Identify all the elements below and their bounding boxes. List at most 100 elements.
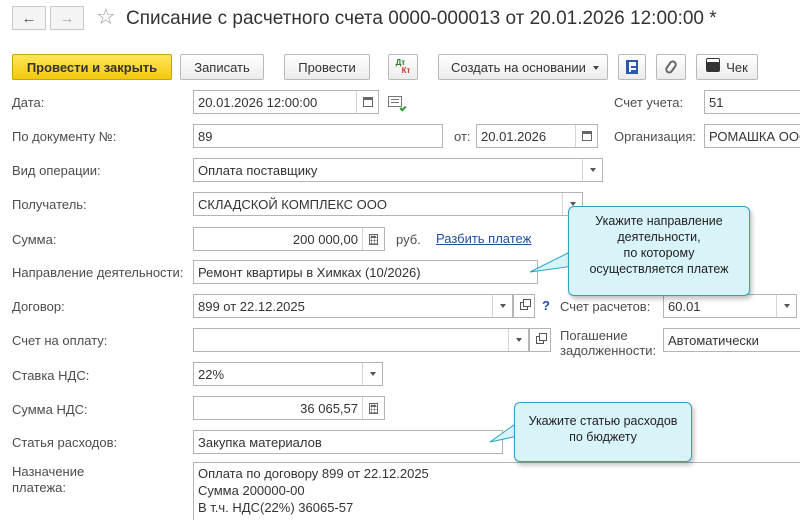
chevron-down-icon[interactable] — [492, 295, 512, 317]
payment-purpose-label-1: Назначение — [12, 464, 85, 479]
callout-expense-line: Укажите статью расходов — [528, 414, 678, 428]
organization-value: РОМАШКА ООО — [709, 128, 800, 144]
recipient-value: СКЛАДСКОЙ КОМПЛЕКС ООО — [198, 196, 387, 212]
sum-field[interactable]: 200 000,00 — [193, 227, 385, 251]
calendar-button[interactable] — [356, 91, 378, 113]
from-date-field[interactable]: 20.01.2026 — [476, 124, 598, 148]
date-field[interactable]: 20.01.2026 12:00:00 — [193, 90, 379, 114]
help-question-icon[interactable]: ? — [542, 298, 550, 313]
account-label: Счет учета: — [614, 95, 684, 110]
date-label: Дата: — [12, 95, 45, 110]
expense-item-label: Статья расходов: — [12, 435, 118, 450]
forward-button[interactable]: → — [50, 6, 84, 30]
document-list-icon[interactable] — [388, 96, 407, 112]
hierarchy-icon — [626, 60, 638, 74]
callout-activity-line: деятельности, — [617, 230, 701, 244]
post-and-close-label: Провести и закрыть — [26, 59, 158, 75]
create-based-on-label: Создать на основании — [451, 59, 586, 75]
dt-kt-icon: Дт Кт — [396, 59, 411, 75]
debt-repayment-select[interactable]: Автоматически — [663, 328, 800, 352]
recipient-label: Получатель: — [12, 197, 87, 212]
settlement-account-select[interactable]: 60.01 — [663, 294, 797, 318]
sum-value: 200 000,00 — [292, 231, 358, 247]
doc-number-field[interactable]: 89 — [193, 124, 443, 148]
currency-label: руб. — [396, 232, 421, 247]
callout-activity: Укажите направление деятельности, по кот… — [568, 206, 750, 296]
chevron-down-icon[interactable] — [582, 159, 602, 181]
split-payment-link[interactable]: Разбить платеж — [436, 231, 531, 246]
account-field[interactable]: 51 — [704, 90, 800, 114]
chevron-down-icon — [593, 66, 599, 70]
dt-kt-button[interactable]: Дт Кт — [388, 54, 418, 80]
recipient-select[interactable]: СКЛАДСКОЙ КОМПЛЕКС ООО — [193, 192, 583, 216]
calendar-icon — [581, 131, 592, 141]
contract-select[interactable]: 899 от 22.12.2025 — [193, 294, 513, 318]
post-button[interactable]: Провести — [284, 54, 370, 80]
organization-field[interactable]: РОМАШКА ООО — [704, 124, 800, 148]
post-label: Провести — [298, 59, 356, 75]
operation-type-select[interactable]: Оплата поставщику — [193, 158, 603, 182]
chevron-down-icon[interactable] — [362, 363, 382, 385]
vat-sum-value: 36 065,57 — [300, 400, 358, 416]
sum-label: Сумма: — [12, 232, 57, 247]
vat-sum-label: Сумма НДС: — [12, 402, 88, 417]
activity-value: Ремонт квартиры в Химках (10/2026) — [198, 264, 421, 280]
kt-text: Кт — [401, 66, 411, 75]
save-label: Записать — [194, 59, 250, 75]
calculator-icon — [369, 402, 378, 414]
save-button[interactable]: Записать — [180, 54, 264, 80]
vat-rate-select[interactable]: 22% — [193, 362, 383, 386]
operation-type-label: Вид операции: — [12, 163, 101, 178]
callout-expense: Укажите статью расходов по бюджету — [514, 402, 692, 462]
activity-label: Направление деятельности: — [12, 265, 184, 280]
debt-repayment-label-1: Погашение — [560, 328, 628, 343]
page-title: Списание с расчетного счета 0000-000013 … — [126, 8, 717, 29]
organization-label: Организация: — [614, 129, 697, 144]
callout-activity-line: Укажите направление — [595, 214, 723, 228]
calendar-button-2[interactable] — [575, 125, 597, 147]
post-and-close-button[interactable]: Провести и закрыть — [12, 54, 172, 80]
contract-value: 899 от 22.12.2025 — [198, 298, 305, 314]
doc-number-label: По документу №: — [12, 129, 117, 144]
expense-item-select[interactable]: Закупка материалов — [193, 430, 503, 454]
back-button[interactable]: ← — [12, 6, 46, 30]
callout-expense-line: по бюджету — [569, 430, 637, 444]
invoice-select[interactable] — [193, 328, 529, 352]
check-button[interactable]: Чек — [696, 54, 758, 80]
expense-item-value: Закупка материалов — [198, 434, 322, 450]
calculator-button[interactable] — [362, 228, 384, 250]
vat-sum-field[interactable]: 36 065,57 — [193, 396, 385, 420]
date-value: 20.01.2026 12:00:00 — [198, 94, 318, 110]
activity-select[interactable]: Ремонт квартиры в Химках (10/2026) — [193, 260, 538, 284]
payment-purpose-label-2: платежа: — [12, 480, 66, 495]
open-window-icon — [536, 333, 547, 344]
payment-purpose-line: Сумма 200000-00 — [198, 483, 305, 498]
debt-repayment-label-2: задолженности: — [560, 343, 657, 358]
paperclip-icon — [663, 58, 679, 76]
payment-purpose-line: Оплата по договору 899 от 22.12.2025 — [198, 466, 429, 481]
open-invoice-button[interactable] — [529, 328, 551, 352]
chevron-down-icon[interactable] — [776, 295, 796, 317]
contract-label: Договор: — [12, 299, 65, 314]
vat-rate-label: Ставка НДС: — [12, 368, 90, 383]
operation-type-value: Оплата поставщику — [198, 162, 318, 178]
open-contract-button[interactable] — [513, 294, 535, 318]
from-date-label: от: — [454, 129, 471, 144]
invoice-label: Счет на оплату: — [12, 333, 108, 348]
create-based-on-button[interactable]: Создать на основании — [438, 54, 608, 80]
open-window-icon — [520, 299, 531, 310]
callout-activity-line: осуществляется платеж — [589, 262, 729, 276]
calculator-icon — [369, 233, 378, 245]
calendar-icon — [362, 97, 373, 107]
attach-button[interactable] — [656, 54, 686, 80]
checkmark-icon — [399, 104, 407, 112]
chevron-down-icon[interactable] — [508, 329, 528, 351]
payment-purpose-textarea[interactable]: Оплата по договору 899 от 22.12.2025 Сум… — [193, 462, 800, 520]
payment-purpose-line: В т.ч. НДС(22%) 36065-57 — [198, 500, 354, 515]
arrow-left-icon: ← — [21, 9, 37, 27]
calculator-button-2[interactable] — [362, 397, 384, 419]
arrow-right-icon: → — [59, 9, 75, 27]
structure-button[interactable] — [618, 54, 646, 80]
favorite-star-icon[interactable]: ☆ — [96, 4, 116, 30]
debt-repayment-value: Автоматически — [668, 332, 759, 348]
